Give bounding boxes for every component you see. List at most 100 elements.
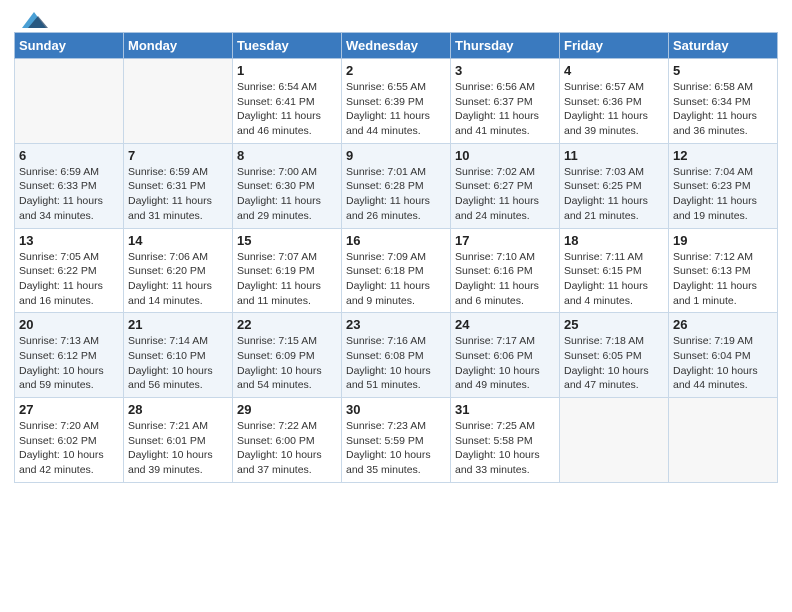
col-header-thursday: Thursday <box>451 33 560 59</box>
calendar-cell: 14 Sunrise: 7:06 AM Sunset: 6:20 PM Dayli… <box>124 228 233 313</box>
calendar-cell: 16Sunrise: 7:09 AM Sunset: 6:18 PM Dayli… <box>342 228 451 313</box>
calendar-header-row: SundayMondayTuesdayWednesdayThursdayFrid… <box>15 33 778 59</box>
day-info: Sunrise: 6:56 AM Sunset: 6:37 PM Dayligh… <box>455 80 555 139</box>
day-info: Sunrise: 6:59 AM Sunset: 6:31 PM Dayligh… <box>128 165 228 224</box>
calendar-week-3: 13 Sunrise: 7:05 AM Sunset: 6:22 PM Dayli… <box>15 228 778 313</box>
day-info: Sunrise: 6:59 AM Sunset: 6:33 PM Dayligh… <box>19 165 119 224</box>
day-number: 7 <box>128 148 228 163</box>
day-number: 14 <box>128 233 228 248</box>
calendar-week-4: 20Sunrise: 7:13 AM Sunset: 6:12 PM Dayli… <box>15 313 778 398</box>
calendar-cell: 7 Sunrise: 6:59 AM Sunset: 6:31 PM Daylig… <box>124 143 233 228</box>
day-info: Sunrise: 7:16 AM Sunset: 6:08 PM Dayligh… <box>346 334 446 393</box>
day-info: Sunrise: 7:01 AM Sunset: 6:28 PM Dayligh… <box>346 165 446 224</box>
day-info: Sunrise: 7:12 AM Sunset: 6:13 PM Dayligh… <box>673 250 773 309</box>
day-info: Sunrise: 7:20 AM Sunset: 6:02 PM Dayligh… <box>19 419 119 478</box>
day-number: 19 <box>673 233 773 248</box>
day-info: Sunrise: 7:07 AM Sunset: 6:19 PM Dayligh… <box>237 250 337 309</box>
calendar-cell: 25Sunrise: 7:18 AM Sunset: 6:05 PM Dayli… <box>560 313 669 398</box>
day-info: Sunrise: 7:05 AM Sunset: 6:22 PM Dayligh… <box>19 250 119 309</box>
calendar-cell: 21Sunrise: 7:14 AM Sunset: 6:10 PM Dayli… <box>124 313 233 398</box>
calendar-cell: 13 Sunrise: 7:05 AM Sunset: 6:22 PM Dayli… <box>15 228 124 313</box>
day-info: Sunrise: 7:17 AM Sunset: 6:06 PM Dayligh… <box>455 334 555 393</box>
day-info: Sunrise: 7:11 AM Sunset: 6:15 PM Dayligh… <box>564 250 664 309</box>
calendar-cell: 29Sunrise: 7:22 AM Sunset: 6:00 PM Dayli… <box>233 398 342 483</box>
calendar-week-2: 6 Sunrise: 6:59 AM Sunset: 6:33 PM Daylig… <box>15 143 778 228</box>
day-number: 28 <box>128 402 228 417</box>
calendar-week-5: 27Sunrise: 7:20 AM Sunset: 6:02 PM Dayli… <box>15 398 778 483</box>
day-number: 24 <box>455 317 555 332</box>
calendar-cell: 18 Sunrise: 7:11 AM Sunset: 6:15 PM Dayli… <box>560 228 669 313</box>
day-info: Sunrise: 6:58 AM Sunset: 6:34 PM Dayligh… <box>673 80 773 139</box>
day-info: Sunrise: 7:00 AM Sunset: 6:30 PM Dayligh… <box>237 165 337 224</box>
day-number: 4 <box>564 63 664 78</box>
calendar-cell: 26 Sunrise: 7:19 AM Sunset: 6:04 PM Dayli… <box>669 313 778 398</box>
day-number: 22 <box>237 317 337 332</box>
calendar-cell: 11 Sunrise: 7:03 AM Sunset: 6:25 PM Dayli… <box>560 143 669 228</box>
calendar-cell: 6 Sunrise: 6:59 AM Sunset: 6:33 PM Daylig… <box>15 143 124 228</box>
day-info: Sunrise: 7:25 AM Sunset: 5:58 PM Dayligh… <box>455 419 555 478</box>
day-number: 16 <box>346 233 446 248</box>
day-info: Sunrise: 7:14 AM Sunset: 6:10 PM Dayligh… <box>128 334 228 393</box>
calendar-cell: 17Sunrise: 7:10 AM Sunset: 6:16 PM Dayli… <box>451 228 560 313</box>
calendar-cell: 20Sunrise: 7:13 AM Sunset: 6:12 PM Dayli… <box>15 313 124 398</box>
day-number: 20 <box>19 317 119 332</box>
day-number: 10 <box>455 148 555 163</box>
calendar-cell: 24 Sunrise: 7:17 AM Sunset: 6:06 PM Dayli… <box>451 313 560 398</box>
calendar-cell: 3 Sunrise: 6:56 AM Sunset: 6:37 PM Daylig… <box>451 59 560 144</box>
day-number: 6 <box>19 148 119 163</box>
day-number: 25 <box>564 317 664 332</box>
day-info: Sunrise: 7:23 AM Sunset: 5:59 PM Dayligh… <box>346 419 446 478</box>
calendar-cell: 15 Sunrise: 7:07 AM Sunset: 6:19 PM Dayli… <box>233 228 342 313</box>
calendar-cell <box>15 59 124 144</box>
day-number: 8 <box>237 148 337 163</box>
day-number: 31 <box>455 402 555 417</box>
calendar-cell: 22 Sunrise: 7:15 AM Sunset: 6:09 PM Dayli… <box>233 313 342 398</box>
calendar-cell: 27Sunrise: 7:20 AM Sunset: 6:02 PM Dayli… <box>15 398 124 483</box>
col-header-sunday: Sunday <box>15 33 124 59</box>
calendar-cell: 30 Sunrise: 7:23 AM Sunset: 5:59 PM Dayli… <box>342 398 451 483</box>
col-header-friday: Friday <box>560 33 669 59</box>
day-number: 29 <box>237 402 337 417</box>
day-info: Sunrise: 7:15 AM Sunset: 6:09 PM Dayligh… <box>237 334 337 393</box>
calendar-cell: 10 Sunrise: 7:02 AM Sunset: 6:27 PM Dayli… <box>451 143 560 228</box>
calendar-cell: 5 Sunrise: 6:58 AM Sunset: 6:34 PM Daylig… <box>669 59 778 144</box>
day-info: Sunrise: 7:04 AM Sunset: 6:23 PM Dayligh… <box>673 165 773 224</box>
day-number: 2 <box>346 63 446 78</box>
day-info: Sunrise: 6:57 AM Sunset: 6:36 PM Dayligh… <box>564 80 664 139</box>
calendar-cell: 12 Sunrise: 7:04 AM Sunset: 6:23 PM Dayli… <box>669 143 778 228</box>
calendar-cell: 8 Sunrise: 7:00 AM Sunset: 6:30 PM Daylig… <box>233 143 342 228</box>
col-header-monday: Monday <box>124 33 233 59</box>
day-info: Sunrise: 7:21 AM Sunset: 6:01 PM Dayligh… <box>128 419 228 478</box>
calendar-cell: 23 Sunrise: 7:16 AM Sunset: 6:08 PM Dayli… <box>342 313 451 398</box>
day-number: 18 <box>564 233 664 248</box>
day-info: Sunrise: 6:55 AM Sunset: 6:39 PM Dayligh… <box>346 80 446 139</box>
day-info: Sunrise: 7:19 AM Sunset: 6:04 PM Dayligh… <box>673 334 773 393</box>
day-number: 1 <box>237 63 337 78</box>
calendar-cell: 2 Sunrise: 6:55 AM Sunset: 6:39 PM Daylig… <box>342 59 451 144</box>
logo <box>14 10 50 26</box>
day-number: 13 <box>19 233 119 248</box>
day-number: 26 <box>673 317 773 332</box>
calendar-cell: 9Sunrise: 7:01 AM Sunset: 6:28 PM Daylig… <box>342 143 451 228</box>
day-info: Sunrise: 7:02 AM Sunset: 6:27 PM Dayligh… <box>455 165 555 224</box>
col-header-saturday: Saturday <box>669 33 778 59</box>
day-number: 12 <box>673 148 773 163</box>
day-number: 11 <box>564 148 664 163</box>
calendar-cell <box>560 398 669 483</box>
day-number: 30 <box>346 402 446 417</box>
page: SundayMondayTuesdayWednesdayThursdayFrid… <box>0 0 792 612</box>
calendar-cell: 19 Sunrise: 7:12 AM Sunset: 6:13 PM Dayli… <box>669 228 778 313</box>
day-number: 15 <box>237 233 337 248</box>
calendar-cell: 1Sunrise: 6:54 AM Sunset: 6:41 PM Daylig… <box>233 59 342 144</box>
day-number: 5 <box>673 63 773 78</box>
calendar-cell <box>124 59 233 144</box>
logo-icon <box>18 10 50 32</box>
calendar-cell: 31 Sunrise: 7:25 AM Sunset: 5:58 PM Dayli… <box>451 398 560 483</box>
day-number: 3 <box>455 63 555 78</box>
col-header-wednesday: Wednesday <box>342 33 451 59</box>
day-info: Sunrise: 7:03 AM Sunset: 6:25 PM Dayligh… <box>564 165 664 224</box>
day-number: 23 <box>346 317 446 332</box>
header <box>14 10 778 26</box>
calendar-cell: 4 Sunrise: 6:57 AM Sunset: 6:36 PM Daylig… <box>560 59 669 144</box>
day-info: Sunrise: 7:06 AM Sunset: 6:20 PM Dayligh… <box>128 250 228 309</box>
